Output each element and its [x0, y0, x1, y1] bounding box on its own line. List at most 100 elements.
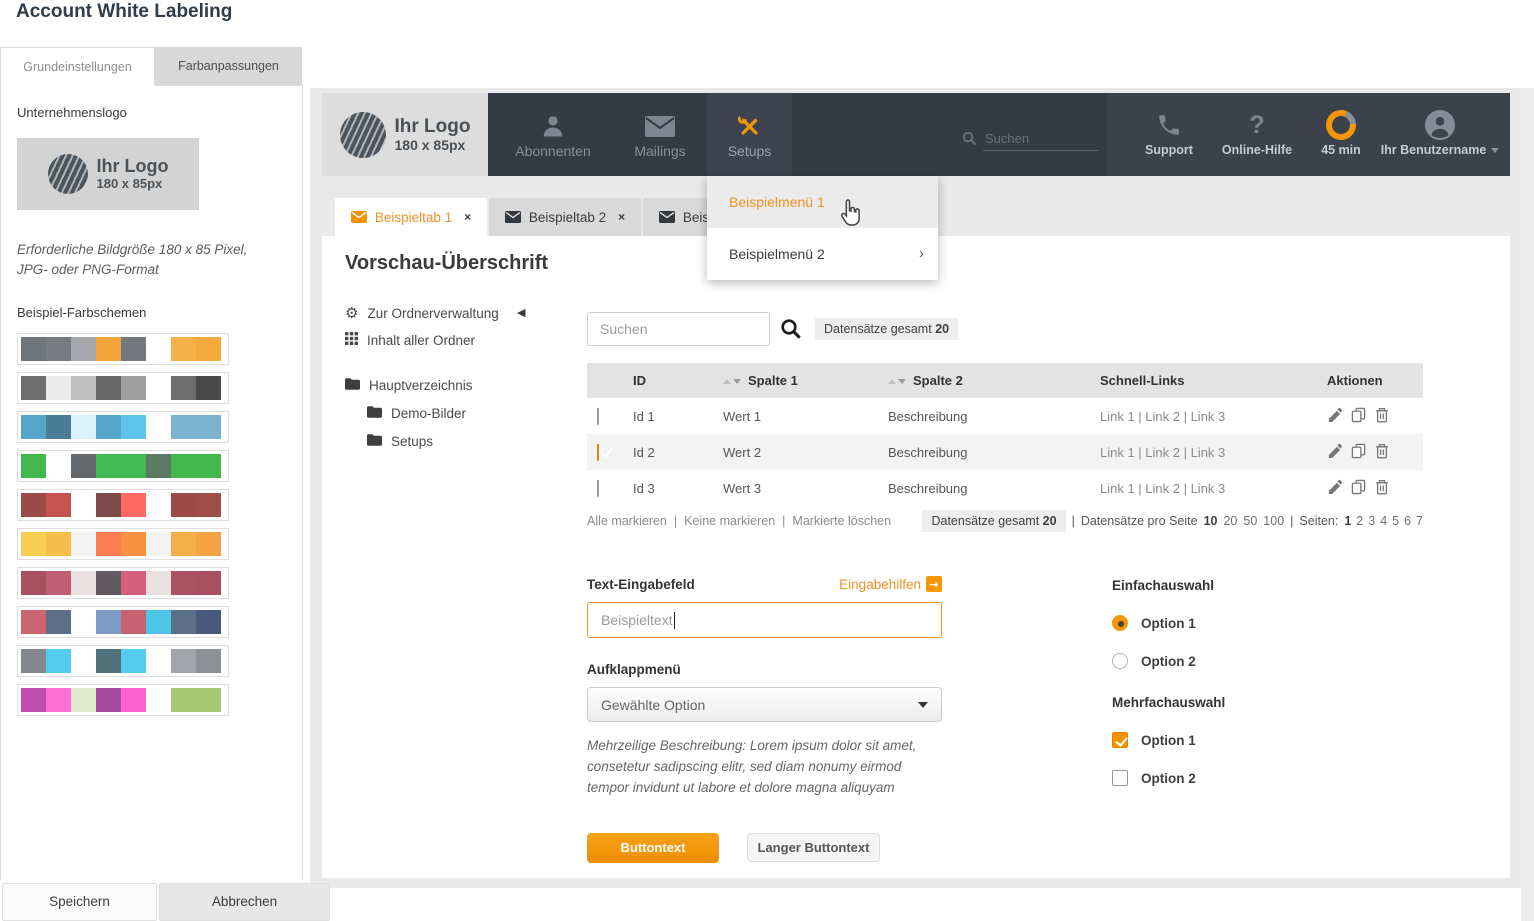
radio-selected[interactable] [1112, 615, 1128, 631]
color-scheme-row[interactable] [17, 606, 229, 638]
save-button[interactable]: Speichern [2, 883, 157, 921]
list-search-input[interactable] [587, 312, 770, 346]
row-cell-quicklinks[interactable]: Link 1 | Link 2 | Link 3 [1100, 481, 1327, 496]
collapse-icon[interactable]: ◀ [517, 306, 525, 319]
row-checkbox[interactable] [597, 408, 599, 425]
folder-all-link[interactable]: Inhalt aller Ordner [345, 332, 475, 348]
color-scheme-row[interactable] [17, 684, 229, 716]
text-caret [674, 612, 675, 629]
page-link[interactable]: 1 [1344, 514, 1351, 528]
page-scrollbar[interactable] [1521, 88, 1534, 921]
checkbox-unchecked[interactable] [1112, 770, 1128, 786]
radio-option-1[interactable]: Option 1 [1112, 615, 1312, 631]
select-all-link[interactable]: Alle markieren [587, 514, 667, 528]
page-link[interactable]: 4 [1380, 514, 1387, 528]
color-scheme-row[interactable] [17, 489, 229, 521]
select-none-link[interactable]: Keine markieren [684, 514, 775, 528]
options-section: Einfachauswahl Option 1 Option 2 Mehrfac… [1112, 578, 1312, 786]
row-cell-quicklinks[interactable]: Link 1 | Link 2 | Link 3 [1100, 445, 1327, 460]
folder-root[interactable]: Hauptverzeichnis [345, 378, 473, 393]
page-link[interactable]: 5 [1392, 514, 1399, 528]
tab-grundeinstellungen[interactable]: Grundeinstellungen [0, 47, 155, 86]
per-page-option[interactable]: 10 [1204, 514, 1218, 528]
envelope-icon [505, 211, 521, 223]
delete-icon[interactable] [1375, 479, 1389, 498]
copy-icon[interactable] [1351, 407, 1366, 426]
menu-item-label: Beispielmenü 2 [729, 246, 825, 262]
edit-icon[interactable] [1327, 407, 1342, 425]
radio-unselected[interactable] [1112, 653, 1128, 669]
color-swatch [146, 532, 171, 556]
menu-item-beispielmenu-1[interactable]: Beispielmenü 1 [707, 176, 938, 228]
nav-item-abonnenten[interactable]: Abonnenten [498, 93, 608, 176]
header-cell-spalte1[interactable]: Spalte 1 [723, 373, 888, 388]
color-scheme-row[interactable] [17, 645, 229, 677]
search-icon[interactable] [780, 318, 802, 345]
logo-line1: Ihr Logo [97, 157, 169, 177]
row-cell-value: Wert 1 [723, 409, 888, 424]
sort-icons[interactable] [723, 379, 741, 384]
checkbox-checked[interactable] [1112, 732, 1128, 748]
text-input[interactable]: Beispieltext [587, 602, 942, 638]
user-avatar-icon [1374, 109, 1506, 141]
sort-icons[interactable] [888, 379, 906, 384]
header-cell-spalte2[interactable]: Spalte 2 [888, 373, 1100, 388]
copy-icon[interactable] [1351, 479, 1366, 498]
row-checkbox-checked[interactable] [597, 444, 599, 461]
folder-manage-link[interactable]: ⚙ Zur Ordnerverwaltung [345, 304, 499, 322]
checkbox-option-2[interactable]: Option 2 [1112, 770, 1312, 786]
delete-icon[interactable] [1375, 443, 1389, 462]
primary-button[interactable]: Buttontext [587, 833, 719, 863]
color-scheme-row[interactable] [17, 372, 229, 404]
close-icon[interactable]: × [464, 210, 471, 224]
sort-asc-icon[interactable] [723, 379, 731, 384]
header-search-input[interactable] [983, 129, 1098, 151]
sort-asc-icon[interactable] [888, 379, 896, 384]
page-link[interactable]: 6 [1404, 514, 1411, 528]
radio-option-2[interactable]: Option 2 [1112, 653, 1312, 669]
per-page-option[interactable]: 100 [1263, 514, 1284, 528]
folder-child[interactable]: Setups [367, 434, 433, 449]
tab-farbanpassungen[interactable]: Farbanpassungen [155, 47, 302, 85]
per-page-option[interactable]: 20 [1223, 514, 1237, 528]
preview-logo[interactable]: Ihr Logo 180 x 85px [322, 93, 488, 176]
row-cell-value: Wert 2 [723, 445, 888, 460]
preview-tab-2[interactable]: Beispieltab 2 × [489, 198, 641, 236]
header-cell-id[interactable]: ID [633, 373, 723, 388]
checkbox-option-1[interactable]: Option 1 [1112, 732, 1312, 748]
color-scheme-row[interactable] [17, 411, 229, 443]
edit-icon[interactable] [1327, 443, 1342, 461]
folder-child[interactable]: Demo-Bilder [367, 406, 466, 421]
page-link[interactable]: 7 [1416, 514, 1423, 528]
color-scheme-row[interactable] [17, 450, 229, 482]
company-logo-placeholder[interactable]: Ihr Logo 180 x 85px [17, 138, 199, 210]
row-cell-quicklinks[interactable]: Link 1 | Link 2 | Link 3 [1100, 409, 1327, 424]
sort-desc-icon[interactable] [733, 379, 741, 384]
color-swatch [46, 415, 71, 439]
input-helpers-link[interactable]: Eingabehilfen → [839, 576, 942, 592]
secondary-button[interactable]: Langer Buttontext [747, 833, 880, 862]
delete-icon[interactable] [1375, 407, 1389, 426]
delete-marked-link[interactable]: Markierte löschen [792, 514, 891, 528]
color-scheme-row[interactable] [17, 528, 229, 560]
dropdown-select[interactable]: Gewählte Option [587, 687, 942, 722]
row-cell-id: Id 1 [633, 409, 723, 424]
color-scheme-row[interactable] [17, 567, 229, 599]
per-page-option[interactable]: 50 [1243, 514, 1257, 528]
nav-item-setups[interactable]: Setups [707, 93, 792, 176]
menu-item-beispielmenu-2[interactable]: Beispielmenü 2 › [707, 228, 938, 280]
user-menu-item[interactable]: Ihr Benutzername [1374, 93, 1506, 176]
page-link[interactable]: 2 [1356, 514, 1363, 528]
row-checkbox[interactable] [597, 480, 599, 497]
copy-icon[interactable] [1351, 443, 1366, 462]
sort-desc-icon[interactable] [898, 379, 906, 384]
close-icon[interactable]: × [618, 210, 625, 224]
page-link[interactable]: 3 [1368, 514, 1375, 528]
preview-tab-1[interactable]: Beispieltab 1 × [335, 198, 487, 236]
nav-item-mailings[interactable]: Mailings [605, 93, 715, 176]
color-swatch [21, 415, 46, 439]
edit-icon[interactable] [1327, 479, 1342, 497]
color-scheme-row[interactable] [17, 333, 229, 365]
cancel-button[interactable]: Abbrechen [159, 883, 330, 921]
color-swatch [96, 415, 121, 439]
